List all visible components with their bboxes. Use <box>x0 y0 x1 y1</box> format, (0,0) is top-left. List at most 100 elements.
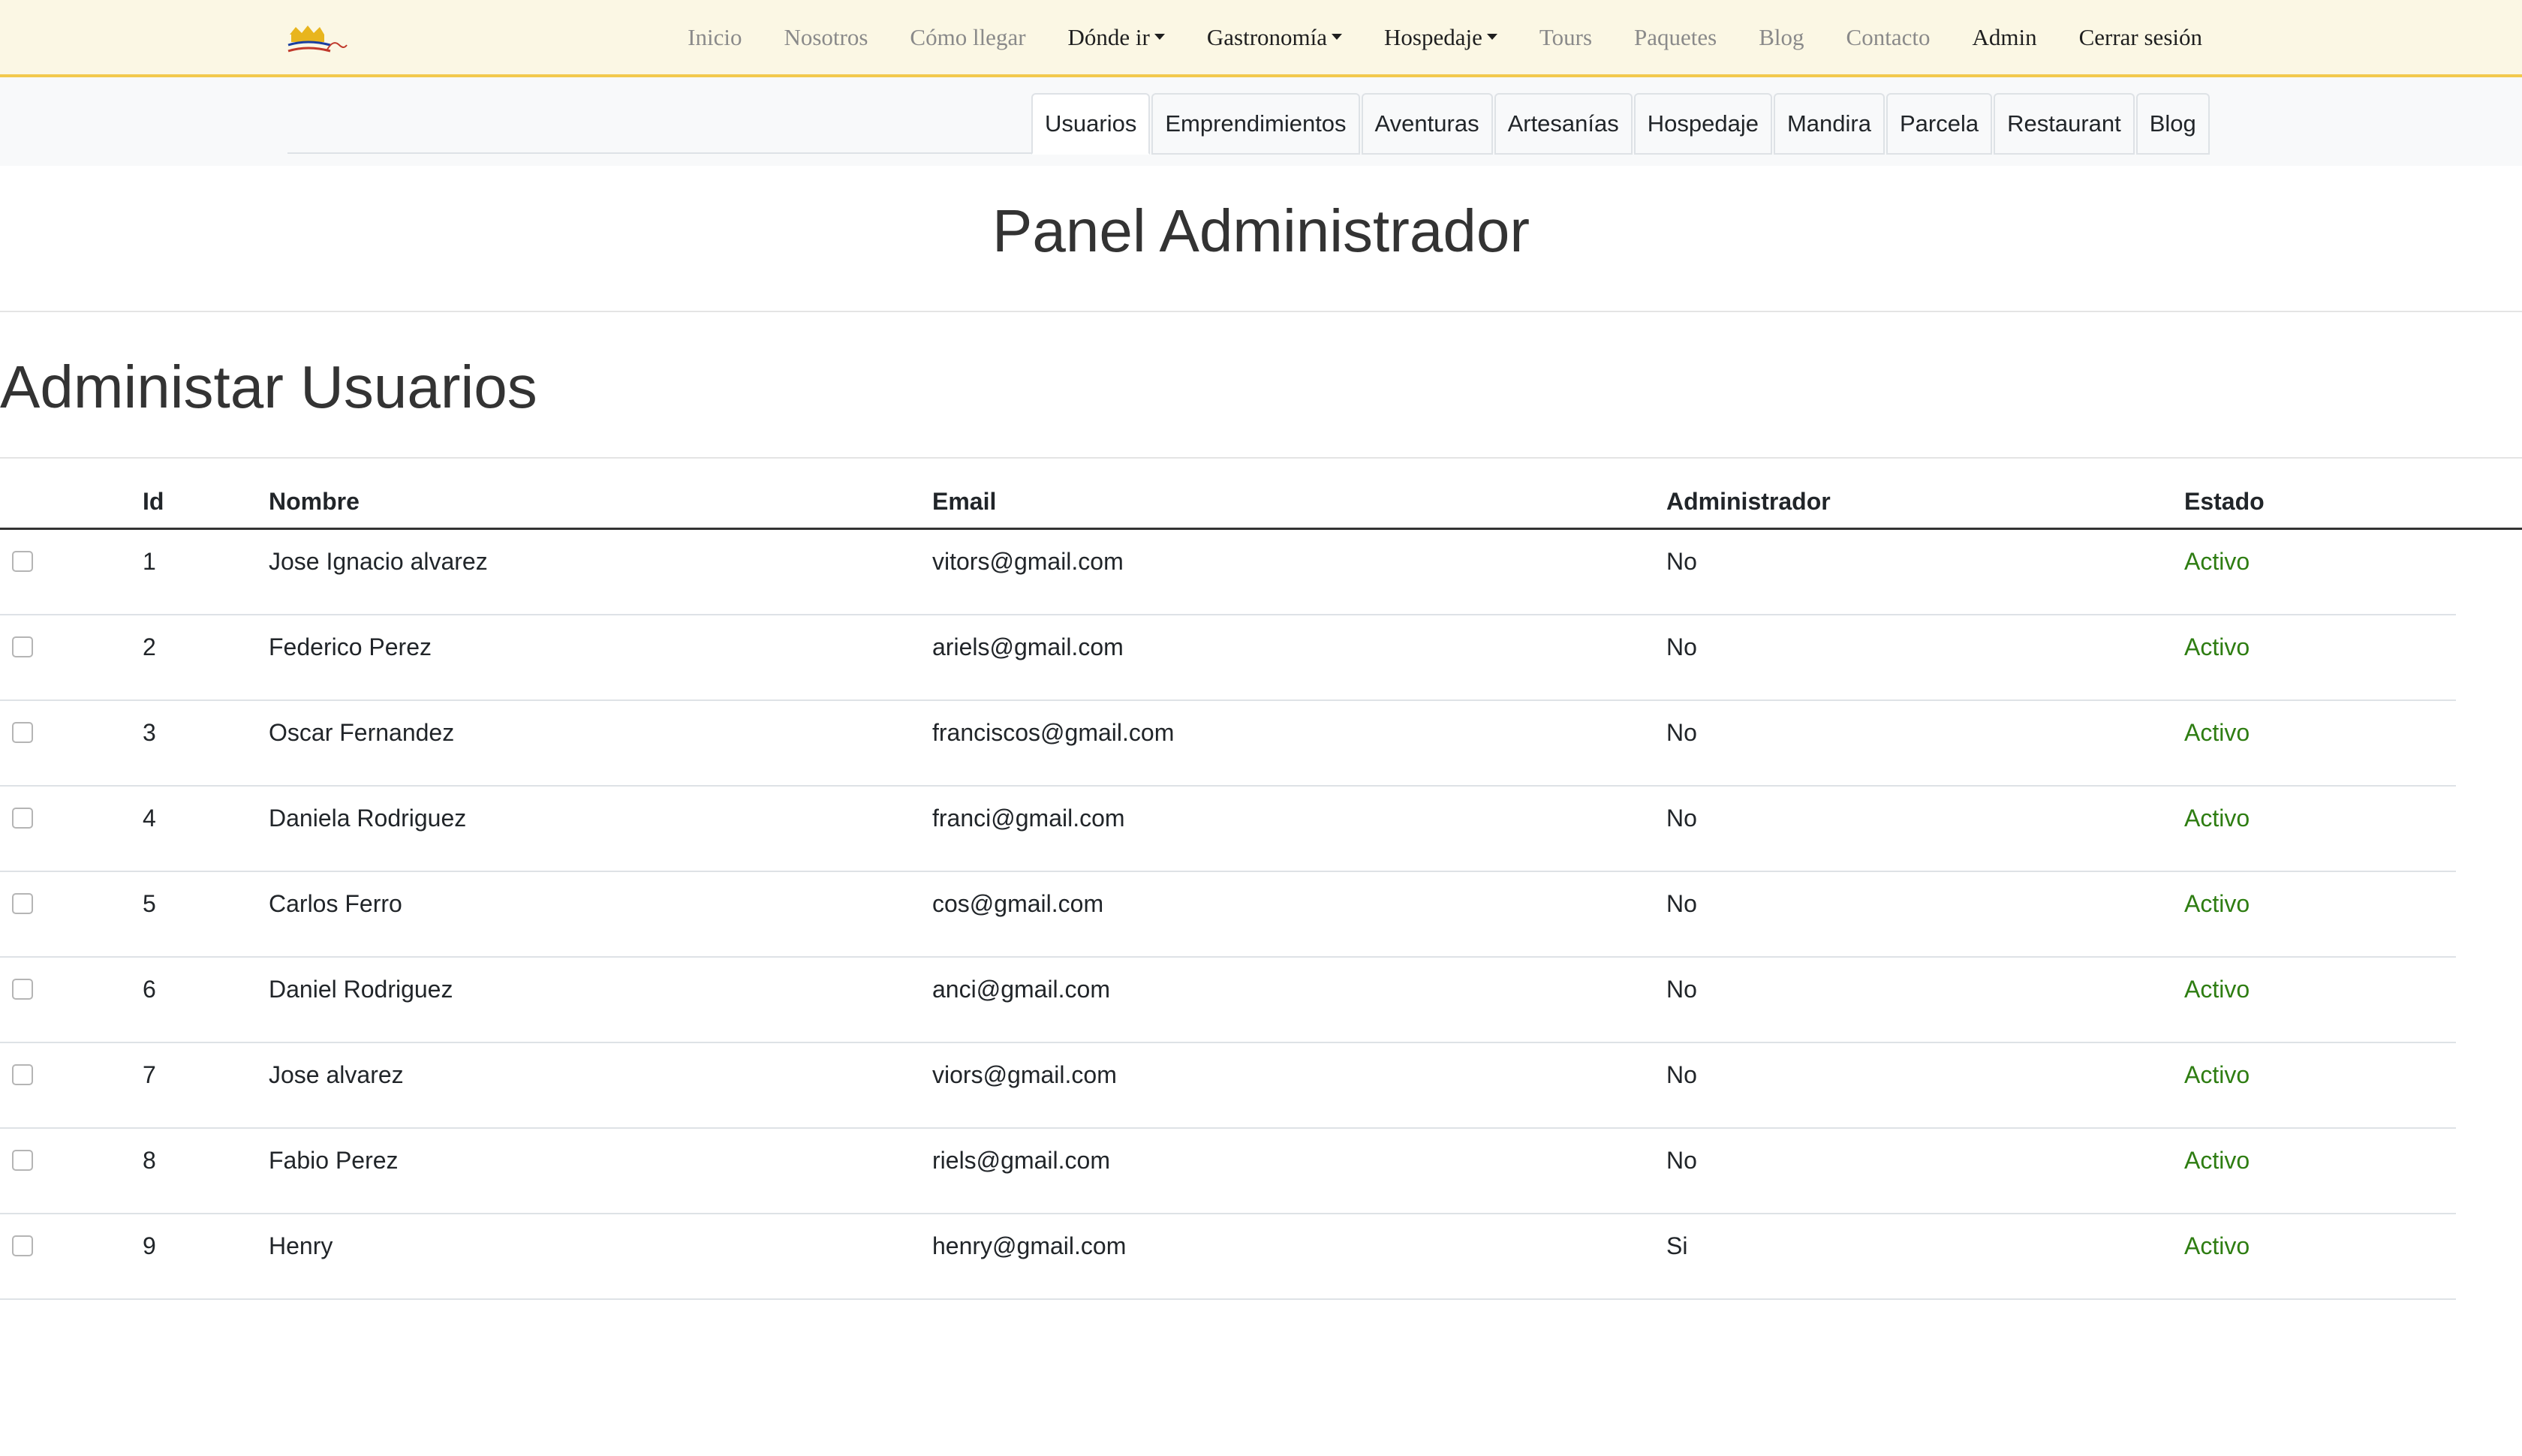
users-table-header: Id Nombre Email Administrador Estado <box>0 465 2522 530</box>
cell-nombre: Daniel Rodriguez <box>269 976 453 1003</box>
tab-mandira[interactable]: Mandira <box>1773 93 1885 155</box>
caret-down-icon <box>1332 33 1343 40</box>
cell-email: franciscos@gmail.com <box>932 719 1175 746</box>
cell-estado: Activo <box>2184 1061 2250 1088</box>
cell-email: ariels@gmail.com <box>932 633 1124 660</box>
nav-link-gastronomía[interactable]: Gastronomía <box>1186 24 1363 51</box>
caret-down-icon <box>1486 33 1497 40</box>
column-header-estado: Estado <box>2184 488 2265 515</box>
nav-link-inicio[interactable]: Inicio <box>667 24 763 51</box>
nav-link-paquetes[interactable]: Paquetes <box>1613 24 1738 51</box>
nav-link-blog[interactable]: Blog <box>1738 24 1825 51</box>
cell-email: vitors@gmail.com <box>932 548 1124 575</box>
cell-id: 8 <box>143 1147 156 1174</box>
site-logo[interactable] <box>285 23 348 59</box>
cell-nombre: Fabio Perez <box>269 1147 399 1174</box>
table-row: 3 Oscar Fernandez franciscos@gmail.com No Ac… <box>0 701 2456 787</box>
nav-link-tours[interactable]: Tours <box>1518 24 1613 51</box>
table-row: 7 Jose alvarez viors@gmail.com No Activo <box>0 1043 2456 1129</box>
tab-aventuras[interactable]: Aventuras <box>1361 93 1493 155</box>
cell-id: 2 <box>143 633 156 660</box>
cell-nombre: Carlos Ferro <box>269 890 402 917</box>
nav-link-cómo-llegar[interactable]: Cómo llegar <box>889 24 1046 51</box>
nav-link-contacto[interactable]: Contacto <box>1825 24 1952 51</box>
column-header-nombre: Nombre <box>269 488 360 515</box>
nav-link-label: Inicio <box>688 24 742 50</box>
cell-email: henry@gmail.com <box>932 1232 1127 1259</box>
tab-emprendimientos[interactable]: Emprendimientos <box>1151 93 1360 155</box>
cell-id: 9 <box>143 1232 156 1259</box>
cell-email: anci@gmail.com <box>932 976 1110 1003</box>
row-select-checkbox[interactable] <box>12 1150 33 1171</box>
nav-link-label: Cómo llegar <box>910 24 1026 50</box>
cell-estado: Activo <box>2184 548 2250 575</box>
cell-administrador: No <box>1666 1147 1697 1174</box>
main-nav: Inicio Nosotros Cómo llegar Dónde ir Gastron… <box>667 0 2223 75</box>
column-header-email: Email <box>932 488 997 515</box>
cell-estado: Activo <box>2184 633 2250 660</box>
cell-nombre: Daniela Rodriguez <box>269 805 467 832</box>
tab-artesanías[interactable]: Artesanías <box>1494 93 1633 155</box>
section-title: Administar Usuarios <box>0 353 537 420</box>
table-row: 4 Daniela Rodriguez franci@gmail.com No Acti… <box>0 787 2456 872</box>
nav-link-label: Gastronomía <box>1206 24 1328 50</box>
tab-restaurant[interactable]: Restaurant <box>1994 93 2135 155</box>
nav-link-label: Cerrar sesión <box>2078 24 2202 50</box>
nav-link-label: Paquetes <box>1634 24 1717 50</box>
cell-email: cos@gmail.com <box>932 890 1104 917</box>
users-table-body: 1 Jose Ignacio alvarez vitors@gmail.com No A… <box>0 530 2456 1300</box>
row-select-checkbox[interactable] <box>12 1235 33 1256</box>
row-select-checkbox[interactable] <box>12 979 33 1000</box>
cell-estado: Activo <box>2184 890 2250 917</box>
tab-parcela[interactable]: Parcela <box>1885 93 1993 155</box>
nav-link-label: Nosotros <box>784 24 868 50</box>
nav-link-label: Hospedaje <box>1384 24 1482 50</box>
top-navbar: Inicio Nosotros Cómo llegar Dónde ir Gastron… <box>0 0 2522 77</box>
row-select-checkbox[interactable] <box>12 551 33 572</box>
row-select-checkbox[interactable] <box>12 1064 33 1085</box>
cell-id: 5 <box>143 890 156 917</box>
caret-down-icon <box>1154 33 1165 40</box>
nav-link-label: Contacto <box>1846 24 1931 50</box>
cell-administrador: No <box>1666 890 1697 917</box>
row-select-checkbox[interactable] <box>12 722 33 743</box>
cell-estado: Activo <box>2184 976 2250 1003</box>
table-row: 1 Jose Ignacio alvarez vitors@gmail.com No A… <box>0 530 2456 615</box>
row-select-checkbox[interactable] <box>12 808 33 829</box>
cell-nombre: Oscar Fernandez <box>269 719 455 746</box>
title-divider <box>0 311 2522 312</box>
nav-link-nosotros[interactable]: Nosotros <box>763 24 889 51</box>
cell-administrador: No <box>1666 805 1697 832</box>
column-header-administrador: Administrador <box>1666 488 1831 515</box>
cell-id: 4 <box>143 805 156 832</box>
nav-link-hospedaje[interactable]: Hospedaje <box>1363 24 1518 51</box>
cell-id: 1 <box>143 548 156 575</box>
cell-nombre: Jose Ignacio alvarez <box>269 548 488 575</box>
row-select-checkbox[interactable] <box>12 636 33 657</box>
nav-link-dónde-ir[interactable]: Dónde ir <box>1047 24 1186 51</box>
nav-link-label: Dónde ir <box>1067 24 1150 50</box>
cell-administrador: Si <box>1666 1232 1688 1259</box>
cell-nombre: Henry <box>269 1232 333 1259</box>
table-row: 2 Federico Perez ariels@gmail.com No Activo <box>0 615 2456 701</box>
column-header-id: Id <box>143 488 164 515</box>
section-divider <box>0 457 2522 459</box>
tab-bar-divider <box>287 152 1033 154</box>
table-row: 8 Fabio Perez riels@gmail.com No Activo <box>0 1129 2456 1214</box>
nav-link-admin[interactable]: Admin <box>1951 24 2057 51</box>
tab-blog[interactable]: Blog <box>2135 93 2210 155</box>
cell-estado: Activo <box>2184 805 2250 832</box>
admin-tab-bar: Usuarios Emprendimientos Aventuras Artesaní… <box>0 77 2522 166</box>
nav-link-label: Admin <box>1972 24 2037 50</box>
table-row: 6 Daniel Rodriguez anci@gmail.com No Activo <box>0 958 2456 1043</box>
cell-administrador: No <box>1666 719 1697 746</box>
tab-hospedaje[interactable]: Hospedaje <box>1633 93 1772 155</box>
cell-nombre: Jose alvarez <box>269 1061 404 1088</box>
row-select-checkbox[interactable] <box>12 893 33 914</box>
admin-tabs: Usuarios Emprendimientos Aventuras Artesaní… <box>1031 93 2210 155</box>
nav-link-cerrar-sesión[interactable]: Cerrar sesión <box>2058 24 2223 51</box>
cell-id: 6 <box>143 976 156 1003</box>
cell-estado: Activo <box>2184 719 2250 746</box>
tab-usuarios[interactable]: Usuarios <box>1031 93 1151 155</box>
cell-nombre: Federico Perez <box>269 633 432 660</box>
